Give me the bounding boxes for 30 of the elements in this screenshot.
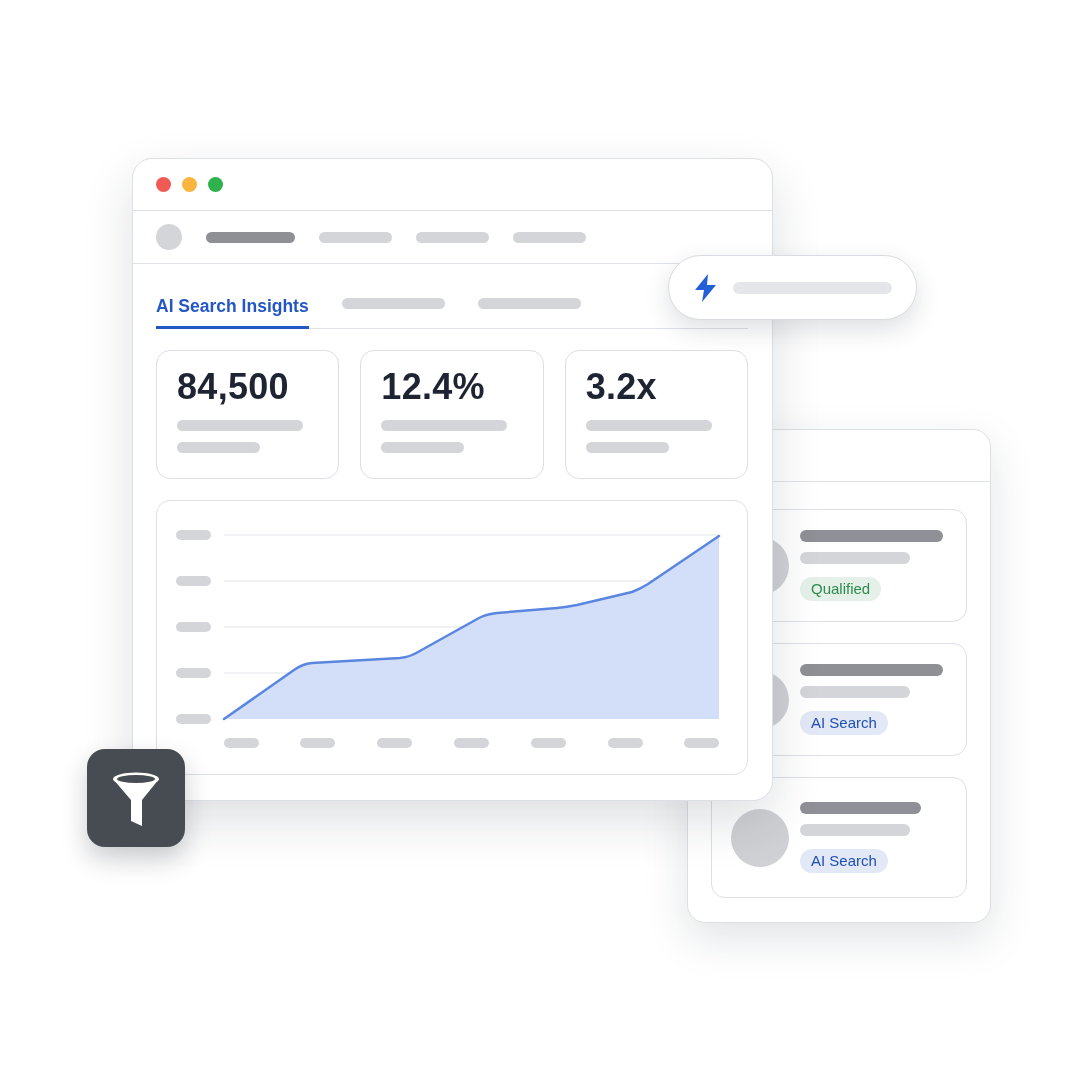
- axis-label-placeholder: [454, 738, 489, 748]
- nav-link-placeholder[interactable]: [416, 231, 489, 243]
- stat-value: 84,500: [177, 367, 289, 407]
- axis-label-placeholder: [377, 738, 412, 748]
- axis-label-placeholder: [531, 738, 566, 748]
- axis-label-placeholder: [300, 738, 335, 748]
- minimize-button[interactable]: [182, 177, 197, 192]
- nav-link-placeholder[interactable]: [206, 231, 295, 243]
- nav-link-placeholder[interactable]: [513, 231, 586, 243]
- lead-tag: AI Search: [800, 849, 888, 873]
- close-button[interactable]: [156, 177, 171, 192]
- lead-tag: Qualified: [800, 577, 882, 601]
- maximize-button[interactable]: [208, 177, 223, 192]
- tab-placeholder[interactable]: [341, 298, 445, 309]
- tab[interactable]: AI Search Insights: [156, 296, 309, 329]
- nav-link-placeholder[interactable]: [319, 231, 392, 243]
- avatar-icon: [156, 224, 182, 250]
- axis-label-placeholder: [176, 576, 211, 586]
- axis-label-placeholder: [224, 738, 259, 748]
- stat-value: 3.2x: [585, 367, 657, 407]
- stat-value: 12.4%: [381, 367, 485, 407]
- axis-label-placeholder: [176, 530, 211, 540]
- axis-label-placeholder: [176, 622, 211, 632]
- lightning-icon: [695, 273, 716, 302]
- lead-tag: AI Search: [800, 711, 888, 735]
- axis-label-placeholder: [608, 738, 643, 748]
- tab-placeholder[interactable]: [477, 298, 581, 309]
- axis-label-placeholder: [176, 714, 211, 724]
- axis-label-placeholder: [684, 738, 719, 748]
- axis-label-placeholder: [176, 668, 211, 678]
